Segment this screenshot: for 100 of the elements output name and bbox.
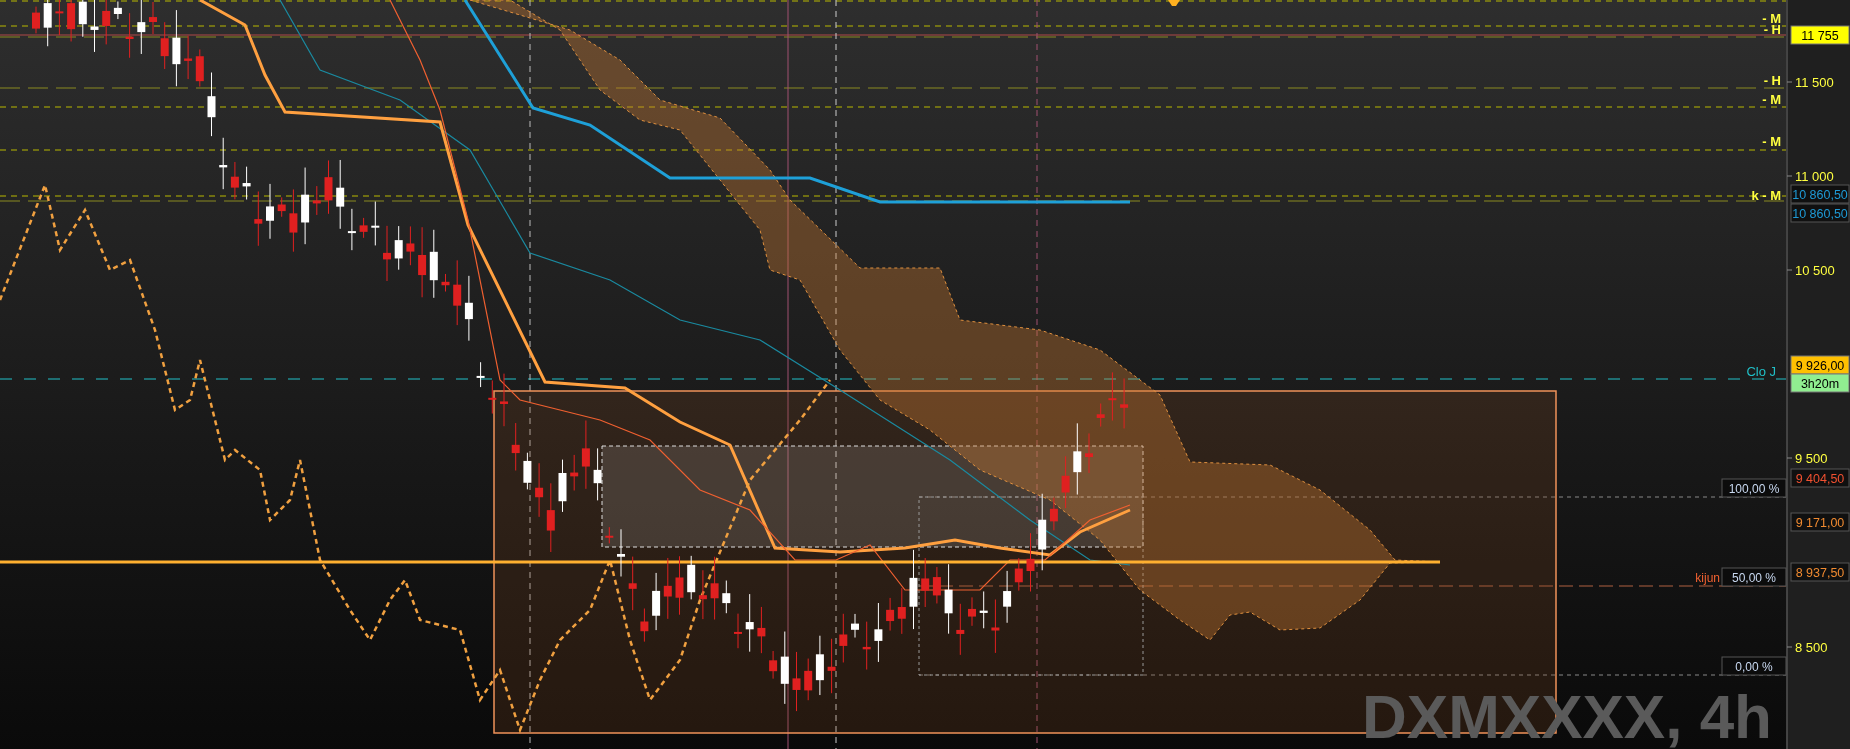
candlestick: [558, 459, 567, 513]
candlestick: [90, 0, 99, 53]
candlestick: [1096, 403, 1105, 428]
candlestick: [67, 0, 76, 42]
candlestick: [827, 638, 836, 694]
candlestick: [406, 225, 415, 266]
marker-icon: [1168, 0, 1180, 6]
candlestick: [804, 658, 813, 701]
candlestick: [1003, 570, 1012, 624]
candlestick: [359, 217, 368, 239]
candlestick: [617, 528, 625, 577]
candlestick: [500, 373, 508, 427]
price-tag: 11 755: [1790, 25, 1850, 45]
candlestick: [429, 229, 438, 299]
candlestick: [570, 454, 579, 491]
candlestick: [418, 226, 427, 298]
price-tick-label: 10 500: [1795, 263, 1835, 278]
candlestick: [464, 275, 473, 342]
price-tag: 9 171,00: [1790, 512, 1850, 532]
price-tick-label: 11 500: [1795, 75, 1834, 90]
candlestick: [125, 12, 134, 59]
candlestick: [149, 1, 157, 35]
price-tag: 9 926,00: [1790, 355, 1850, 375]
candlestick: [605, 526, 614, 544]
fibonacci-label: 100,00 %: [1721, 478, 1787, 498]
fibonacci-label: 0,00 %: [1721, 656, 1787, 676]
candlestick: [476, 361, 485, 388]
candlestick: [535, 462, 544, 518]
candlestick: [734, 613, 742, 649]
candlestick: [581, 420, 590, 490]
price-tick-label: 11 000: [1795, 169, 1834, 184]
candlestick: [43, 0, 52, 47]
fibonacci-label: 50,00 %: [1721, 567, 1787, 587]
price-tag: 10 860,50: [1790, 184, 1850, 204]
price-tag: 10 860,50: [1790, 203, 1850, 223]
candlestick: [289, 188, 298, 253]
candlestick: [886, 597, 895, 632]
candlestick: [219, 137, 228, 190]
candlestick: [687, 555, 696, 600]
candlestick: [815, 635, 824, 696]
price-tick-label: 8 500: [1795, 640, 1828, 655]
candlestick: [1120, 378, 1129, 429]
candlestick: [944, 563, 953, 635]
candlestick: [1026, 532, 1035, 592]
candlestick: [511, 422, 520, 471]
candlestick: [312, 185, 321, 216]
candlestick: [698, 569, 707, 620]
candlestick: [628, 556, 637, 611]
candlestick: [991, 599, 1000, 654]
candlestick: [745, 593, 754, 653]
candlestick: [324, 159, 333, 215]
level-label: k - M: [1751, 188, 1781, 203]
price-tag: 8 937,50: [1790, 562, 1850, 582]
candlestick: [55, 0, 64, 36]
candlestick: [722, 580, 731, 614]
price-tick-label: 9 500: [1795, 451, 1828, 466]
candlestick: [640, 608, 649, 643]
candlestick: [78, 0, 87, 38]
candlestick: [862, 621, 871, 671]
candlestick: [874, 602, 883, 663]
candlestick: [383, 225, 391, 282]
candlestick: [1061, 455, 1070, 509]
candlestick: [710, 556, 719, 621]
level-label: - H: [1763, 73, 1781, 88]
candlestick: [347, 208, 356, 251]
candlestick: [769, 650, 778, 680]
candlestick: [546, 482, 555, 553]
candlestick: [921, 557, 930, 608]
candlestick: [663, 557, 672, 620]
candlestick: [851, 613, 859, 639]
candlestick: [757, 606, 766, 654]
candlestick: [652, 572, 661, 631]
candlestick: [277, 196, 286, 218]
candlestick: [336, 159, 345, 230]
candlestick: [254, 191, 263, 247]
candlestick: [1049, 497, 1058, 531]
candlestick: [523, 452, 532, 490]
candlestick: [195, 49, 204, 88]
candlestick: [1014, 557, 1023, 592]
candlestick: [488, 379, 497, 415]
candlestick: [394, 225, 403, 271]
level-label: - M: [1762, 92, 1781, 107]
candlestick: [32, 6, 40, 34]
candlestick: [1108, 371, 1117, 422]
candlestick: [979, 590, 988, 629]
candlestick: [593, 447, 602, 501]
candlestick: [371, 201, 380, 246]
candlestick: [207, 72, 216, 137]
candlestick: [1085, 432, 1093, 474]
candlestick: [242, 166, 251, 200]
candlestick: [968, 596, 976, 627]
candlestick: [102, 0, 111, 45]
candlestick: [453, 259, 462, 326]
candlestick: [160, 21, 169, 70]
kijun-label: kijun: [1695, 571, 1720, 585]
candlestick: [675, 555, 684, 616]
candlestick: [932, 566, 941, 604]
candlestick: [897, 587, 906, 635]
candlestick: [441, 273, 450, 292]
candlestick: [184, 35, 193, 80]
